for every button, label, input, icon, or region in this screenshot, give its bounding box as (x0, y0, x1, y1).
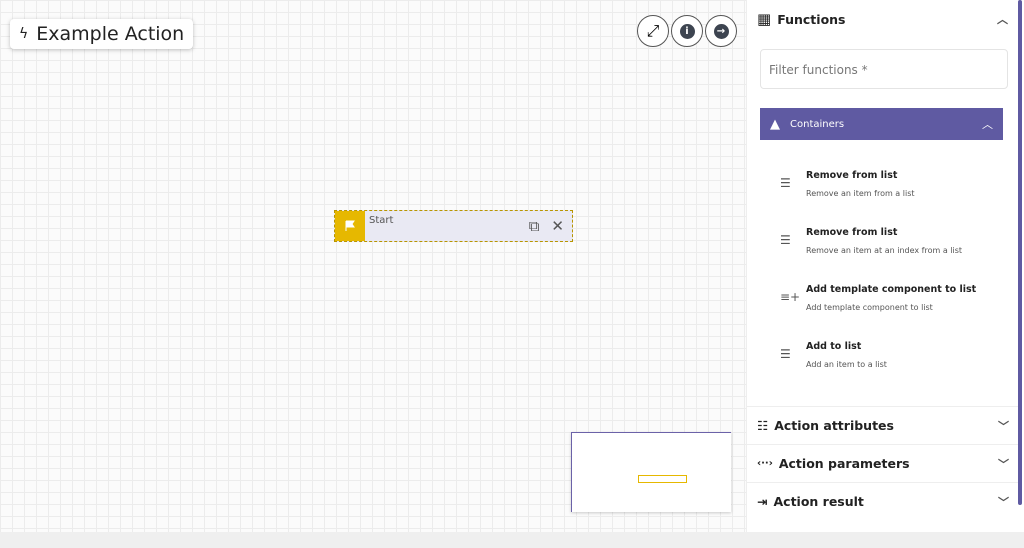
item-desc: Remove an item at an index from a list (806, 246, 963, 255)
functions-title: Functions (777, 11, 846, 27)
info-icon: i (679, 23, 695, 39)
function-item[interactable]: ☰ Remove from list Remove an item from a l… (747, 170, 1018, 227)
functions-header[interactable]: ▦ Functions ︿ (747, 0, 1018, 38)
node-label: Start (369, 215, 394, 226)
action-result-section[interactable]: ⇥ Action result ﹀ (747, 482, 1019, 520)
containers-group[interactable]: ▲ Containers ︿ (760, 108, 1003, 140)
flow-canvas[interactable]: ϟ Example Action ⤢ i → Start ⧉ ✕ (0, 0, 746, 532)
action-title: Example Action (36, 23, 185, 45)
list-icon: ☰ (780, 176, 791, 190)
chevron-up-icon: ︿ (997, 13, 1008, 26)
section-title: Action result (773, 494, 864, 509)
side-panel: ▦ Functions ︿ Filter functions * ▲ Conta… (746, 0, 1019, 532)
item-title: Remove from list (806, 170, 898, 181)
exit-icon: ⇥ (757, 494, 768, 509)
item-desc: Remove an item from a list (806, 189, 915, 198)
panel-scrollbar[interactable] (1018, 0, 1022, 505)
section-title: Action attributes (774, 418, 894, 433)
filter-functions-input[interactable]: Filter functions * (760, 49, 1008, 89)
item-title: Add to list (806, 341, 862, 352)
chevron-up-icon: ︿ (982, 118, 993, 131)
item-title: Remove from list (806, 227, 898, 238)
bottom-bar (0, 532, 1024, 548)
shapes-icon: ▲ (770, 116, 780, 132)
action-attributes-section[interactable]: ☷ Action attributes ﹀ (747, 406, 1019, 444)
chevron-down-icon: ﹀ (998, 495, 1009, 509)
group-label: Containers (790, 118, 845, 130)
flag-icon (335, 211, 365, 241)
list-icon: ☰ (780, 233, 791, 247)
minimap[interactable] (571, 432, 731, 512)
close-icon[interactable]: ✕ (551, 217, 564, 235)
grid-icon: ▦ (757, 10, 772, 28)
action-title-chip: ϟ Example Action (10, 19, 194, 49)
minimap-node (638, 475, 687, 483)
start-node[interactable]: Start ⧉ ✕ (334, 210, 573, 242)
expand-icon: ⤢ (646, 21, 660, 40)
chevron-down-icon: ﹀ (998, 457, 1009, 471)
bolt-icon: ϟ (19, 26, 29, 42)
action-parameters-section[interactable]: ‹··› Action parameters ﹀ (747, 444, 1019, 482)
arrow-right-icon: → (713, 23, 729, 39)
function-item[interactable]: ≡+ Add template component to list Add temp… (747, 284, 1018, 341)
item-desc: Add an item to a list (806, 360, 887, 369)
code-dots-icon: ‹··› (757, 458, 773, 469)
chevron-down-icon: ﹀ (998, 419, 1009, 433)
section-title: Action parameters (778, 456, 910, 471)
next-button[interactable]: → (705, 15, 737, 47)
item-title: Add template component to list (806, 284, 977, 295)
playlist-add-icon: ≡+ (780, 290, 801, 304)
item-desc: Add template component to list (806, 303, 933, 312)
function-item[interactable]: ☰ Add to list Add an item to a list (747, 341, 1018, 398)
function-item[interactable]: ☰ Remove from list Remove an item at an in… (747, 227, 1018, 284)
tune-icon: ☷ (757, 418, 769, 433)
list-icon: ☰ (780, 347, 791, 361)
info-button[interactable]: i (671, 15, 703, 47)
fullscreen-button[interactable]: ⤢ (637, 15, 669, 47)
copy-icon[interactable]: ⧉ (529, 217, 540, 235)
